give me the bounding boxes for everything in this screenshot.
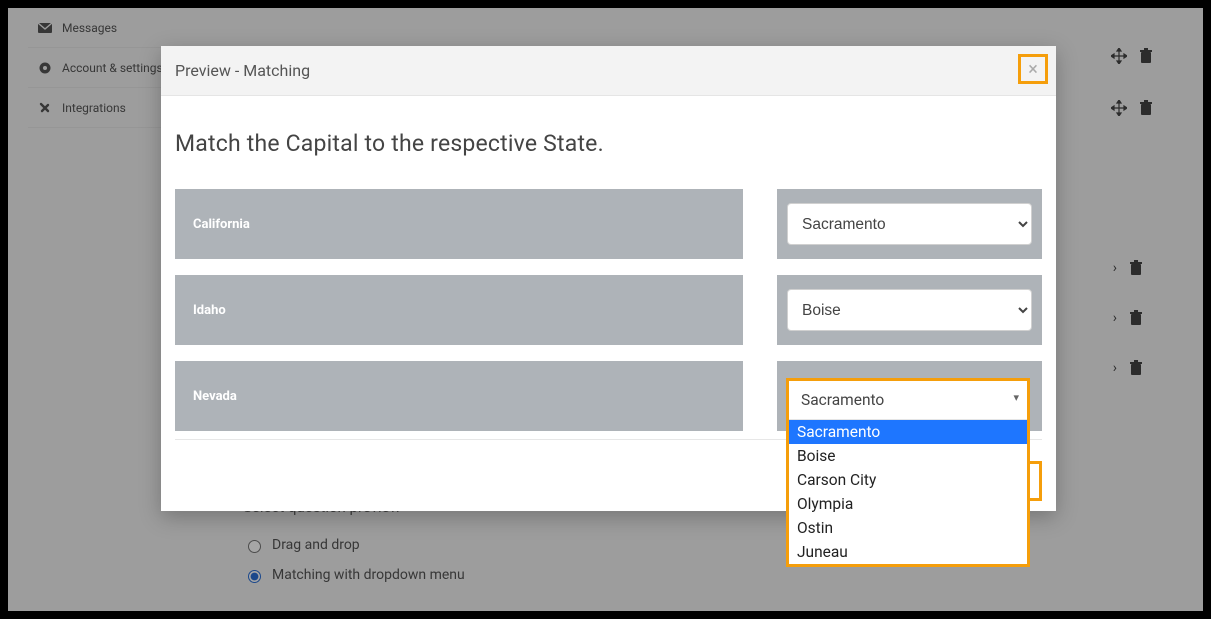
modal-header: Preview - Matching × <box>161 46 1056 96</box>
dropdown-selected-label: Sacramento <box>801 391 884 409</box>
question-text: Match the Capital to the respective Stat… <box>175 130 1042 157</box>
match-select-wrap: Sacramento <box>777 189 1042 259</box>
match-select-idaho[interactable]: Boise <box>787 289 1032 331</box>
match-row: California Sacramento <box>175 189 1042 259</box>
dropdown-open-panel[interactable]: Sacramento ▾ Sacramento Boise Carson Cit… <box>786 378 1030 567</box>
footer-button-fragment[interactable] <box>1030 461 1042 501</box>
match-select-california[interactable]: Sacramento <box>787 203 1032 245</box>
modal-title: Preview - Matching <box>175 61 310 80</box>
match-label: Nevada <box>175 361 743 431</box>
dropdown-option[interactable]: Juneau <box>789 540 1027 564</box>
dropdown-selected[interactable]: Sacramento ▾ <box>789 381 1027 419</box>
dropdown-options: Sacramento Boise Carson City Olympia Ost… <box>789 419 1027 564</box>
match-select-wrap: Boise <box>777 275 1042 345</box>
dropdown-option[interactable]: Ostin <box>789 516 1027 540</box>
dropdown-option[interactable]: Sacramento <box>789 420 1027 444</box>
dropdown-option[interactable]: Boise <box>789 444 1027 468</box>
close-icon: × <box>1028 59 1038 80</box>
match-label: Idaho <box>175 275 743 345</box>
match-label: California <box>175 189 743 259</box>
match-row: Idaho Boise <box>175 275 1042 345</box>
dropdown-option[interactable]: Olympia <box>789 492 1027 516</box>
dropdown-option[interactable]: Carson City <box>789 468 1027 492</box>
chevron-down-icon: ▾ <box>1013 391 1019 404</box>
close-button[interactable]: × <box>1018 54 1048 84</box>
